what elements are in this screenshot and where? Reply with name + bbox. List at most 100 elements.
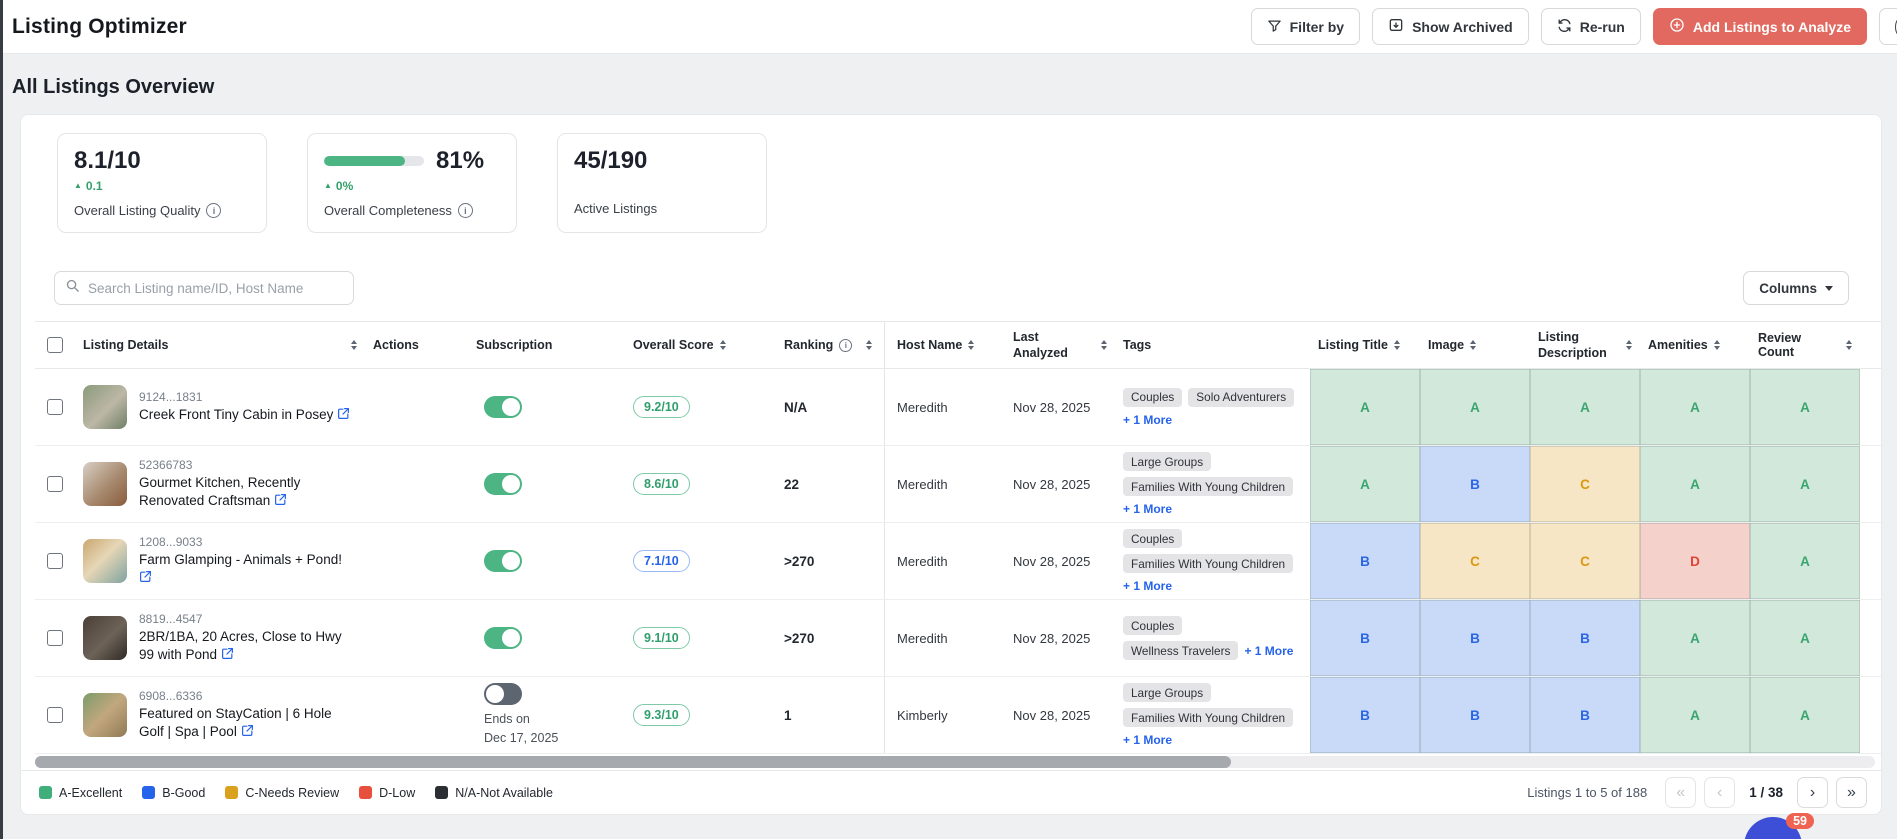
row-checkbox[interactable] <box>47 553 63 569</box>
info-icon[interactable]: i <box>839 339 852 352</box>
subscription-toggle[interactable] <box>484 396 522 418</box>
sort-icon[interactable] <box>351 340 357 351</box>
sort-icon[interactable] <box>1470 340 1476 351</box>
external-link-icon[interactable] <box>221 647 234 660</box>
ranking-value: >270 <box>784 554 814 569</box>
page-indicator: 1 / 38 <box>1749 785 1783 800</box>
listing-thumbnail <box>83 462 127 506</box>
row-checkbox[interactable] <box>47 707 63 723</box>
quality-value: 8.1/10 <box>74 147 141 175</box>
tags-more-link[interactable]: + 1 More <box>1123 502 1172 516</box>
grade-cell[interactable]: A <box>1640 677 1750 753</box>
tags-more-link[interactable]: + 1 More <box>1244 644 1293 658</box>
grade-legend: A-ExcellentB-GoodC-Needs ReviewD-LowN/A-… <box>39 786 553 800</box>
grade-cell[interactable]: B <box>1310 677 1420 753</box>
select-all-checkbox[interactable] <box>47 337 63 353</box>
ranking-value: 1 <box>784 708 792 723</box>
grade-cell[interactable]: D <box>1640 523 1750 599</box>
grade-cell[interactable]: A <box>1750 523 1860 599</box>
grade-cell[interactable]: A <box>1310 446 1420 522</box>
grade-cell[interactable]: C <box>1420 523 1530 599</box>
info-icon[interactable]: i <box>458 203 473 218</box>
listing-thumbnail <box>83 693 127 737</box>
help-button[interactable]: ? <box>1879 8 1897 45</box>
row-checkbox[interactable] <box>47 476 63 492</box>
tag-chip: Couples <box>1123 529 1182 548</box>
grade-cell[interactable]: B <box>1420 446 1530 522</box>
grade-cell[interactable]: A <box>1310 369 1420 445</box>
sort-icon[interactable] <box>1394 340 1400 351</box>
last-analyzed: Nov 28, 2025 <box>1005 631 1115 646</box>
collapsed-sidebar-edge <box>0 0 3 839</box>
grade-cell[interactable]: A <box>1750 446 1860 522</box>
top-bar: Listing Optimizer Filter by Show Archive… <box>0 0 1897 54</box>
grade-cells: AAAAA <box>1310 369 1860 445</box>
overall-score-pill: 8.6/10 <box>633 473 690 495</box>
external-link-icon[interactable] <box>139 570 152 583</box>
external-link-icon[interactable] <box>274 493 287 506</box>
sort-icon[interactable] <box>1626 340 1632 351</box>
grade-cell[interactable]: B <box>1310 600 1420 676</box>
subscription-toggle[interactable] <box>484 550 522 572</box>
show-archived-button[interactable]: Show Archived <box>1372 8 1529 45</box>
subscription-toggle[interactable] <box>484 683 522 705</box>
sort-icon[interactable] <box>720 340 726 351</box>
tag-chip: Families With Young Children <box>1123 477 1293 496</box>
tags-more-link[interactable]: + 1 More <box>1123 579 1172 593</box>
sort-icon[interactable] <box>1101 340 1107 351</box>
external-link-icon[interactable] <box>241 724 254 737</box>
subscription-toggle[interactable] <box>484 627 522 649</box>
rerun-button[interactable]: Re-run <box>1541 8 1641 45</box>
listings-panel: 8.1/10 ▲0.1 Overall Listing Qualityi 81%… <box>20 114 1882 815</box>
row-checkbox[interactable] <box>47 399 63 415</box>
legend-item: D-Low <box>359 786 415 800</box>
completeness-delta: ▲0% <box>324 179 500 193</box>
sort-icon[interactable] <box>968 340 974 351</box>
last-page-button[interactable]: » <box>1836 777 1867 808</box>
chat-widget[interactable]: 59 <box>1744 817 1802 839</box>
grade-cell[interactable]: B <box>1530 600 1640 676</box>
search-input[interactable] <box>88 281 343 296</box>
table-row: 52366783 Gourmet Kitchen, Recently Renov… <box>35 446 1881 523</box>
tags-cell: CouplesWellness Travelers+ 1 More <box>1123 610 1302 666</box>
legend-swatch <box>39 786 52 799</box>
delta-up-icon: ▲ <box>324 182 332 190</box>
grade-cell[interactable]: A <box>1750 600 1860 676</box>
sort-icon[interactable] <box>866 340 872 351</box>
grade-cell[interactable]: C <box>1530 523 1640 599</box>
info-icon[interactable]: i <box>206 203 221 218</box>
grade-cell[interactable]: B <box>1420 677 1530 753</box>
tags-more-link[interactable]: + 1 More <box>1123 733 1172 747</box>
prev-page-button[interactable]: ‹ <box>1704 777 1735 808</box>
first-page-button[interactable]: « <box>1665 777 1696 808</box>
grade-cell[interactable]: B <box>1530 677 1640 753</box>
legend-swatch <box>225 786 238 799</box>
scrollbar-thumb[interactable] <box>35 756 1231 768</box>
grade-cell[interactable]: A <box>1750 677 1860 753</box>
table-row: 9124...1831 Creek Front Tiny Cabin in Po… <box>35 369 1881 446</box>
grade-cell[interactable]: A <box>1750 369 1860 445</box>
grade-cell[interactable]: B <box>1420 600 1530 676</box>
overall-score-pill: 9.1/10 <box>633 627 690 649</box>
legend-label: C-Needs Review <box>245 786 339 800</box>
grade-cell[interactable]: C <box>1530 446 1640 522</box>
grade-cell[interactable]: A <box>1640 369 1750 445</box>
grade-cell[interactable]: A <box>1640 446 1750 522</box>
filter-by-button[interactable]: Filter by <box>1251 8 1360 45</box>
row-checkbox[interactable] <box>47 630 63 646</box>
grade-cell[interactable]: A <box>1420 369 1530 445</box>
external-link-icon[interactable] <box>337 407 350 420</box>
next-page-button[interactable]: › <box>1797 777 1828 808</box>
add-listings-button[interactable]: Add Listings to Analyze <box>1653 8 1867 45</box>
grade-cell[interactable]: A <box>1530 369 1640 445</box>
sort-icon[interactable] <box>1846 340 1852 351</box>
quality-label: Overall Listing Qualityi <box>74 203 250 218</box>
columns-button[interactable]: Columns <box>1743 271 1849 305</box>
sort-icon[interactable] <box>1714 340 1720 351</box>
grade-cell[interactable]: B <box>1310 523 1420 599</box>
subscription-toggle[interactable] <box>484 473 522 495</box>
grade-cell[interactable]: A <box>1640 600 1750 676</box>
tags-more-link[interactable]: + 1 More <box>1123 413 1172 427</box>
chevron-down-icon <box>1825 286 1833 291</box>
page-title: Listing Optimizer <box>12 15 187 39</box>
